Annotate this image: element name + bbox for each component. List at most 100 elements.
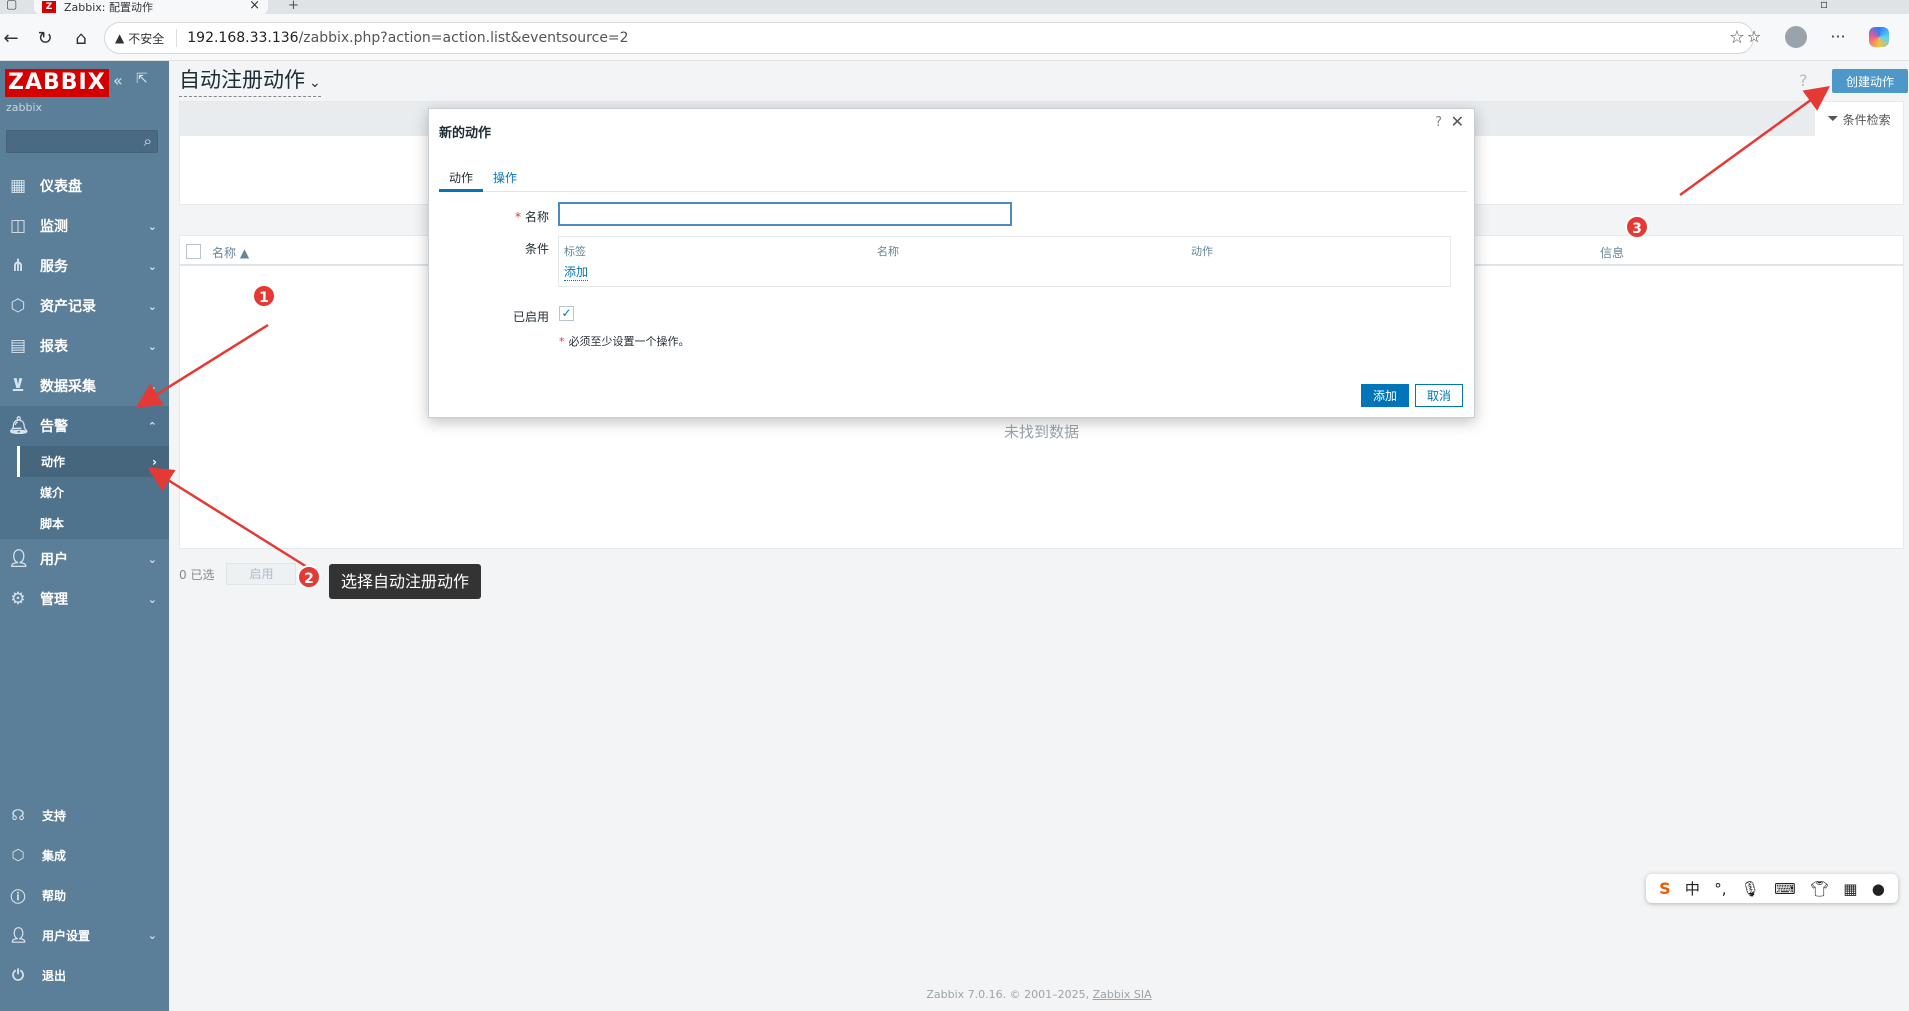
insecure-indicator[interactable]: ▲ 不安全 <box>115 29 178 47</box>
chevron-down-icon: ⌄ <box>147 552 157 566</box>
skin-icon[interactable]: 👕︎ <box>1810 880 1829 898</box>
menu-item-sign-out[interactable]: ⏻ 退出 <box>0 955 169 995</box>
alerts-submenu: 动作 › 媒介 脚本 <box>0 446 169 539</box>
sogou-logo-icon[interactable]: S <box>1659 879 1671 898</box>
restore-window-icon[interactable]: ▫ <box>1820 0 1828 11</box>
user-settings-icon: 👤︎ <box>9 926 29 944</box>
ime-mode[interactable]: 中 <box>1685 878 1700 899</box>
more-menu-icon[interactable]: ··· <box>1827 26 1849 48</box>
help-icon[interactable]: ? <box>1799 71 1808 90</box>
conditions-label: 条件 <box>524 242 549 256</box>
ime-mascot-icon[interactable]: ● <box>1872 880 1885 898</box>
favorites-icon[interactable]: ☆ <box>1743 26 1765 48</box>
conditions-col-label: 标签 <box>564 245 586 258</box>
menu-item-users[interactable]: 👤︎ 用户 ⌄ <box>0 539 169 579</box>
menu-item-monitoring[interactable]: ◫ 监测 ⌄ <box>0 206 169 246</box>
no-data-message: 未找到数据 <box>1003 423 1079 441</box>
required-note: * 必须至少设置一个操作。 <box>559 335 690 348</box>
punctuation-icon[interactable]: °, <box>1714 880 1726 898</box>
chevron-down-icon: ⌄ <box>147 259 157 273</box>
create-action-button[interactable]: 创建动作 <box>1832 69 1909 93</box>
menu-item-data-collection[interactable]: ⊻ 数据采集 ⌄ <box>0 366 169 406</box>
new-action-dialog: 新的动作 ? ✕ 动作 操作 * 名称 条件 标签 名称 动作 添加 已启用 ✓ … <box>428 108 1475 418</box>
page-title-dropdown[interactable]: 自动注册动作 ⌄ <box>179 67 321 97</box>
close-tab-icon[interactable]: × <box>249 0 260 13</box>
menu-item-integrations[interactable]: ⬡ 集成 <box>0 835 169 875</box>
search-icon[interactable]: ⌕ <box>144 132 152 150</box>
chevron-down-icon: ⌄ <box>147 219 157 233</box>
browser-toolbar: ← ↻ ⌂ ▲ 不安全 192.168.33.136/zabbix.php?ac… <box>0 14 1909 61</box>
sidebar-search-input[interactable]: ⌕ <box>6 130 158 153</box>
zabbix-favicon: Z <box>42 1 56 13</box>
browser-tab-strip: ▢ Z Zabbix: 配置动作 × + ▫ <box>0 0 1909 14</box>
annotation-badge-3: 3 <box>1625 215 1649 239</box>
enable-selected-button[interactable]: 启用 <box>226 563 297 585</box>
profile-avatar-icon[interactable] <box>1785 26 1807 48</box>
copilot-icon[interactable] <box>1869 27 1889 47</box>
new-tab-icon[interactable]: + <box>288 0 299 13</box>
conditions-col-action: 动作 <box>1191 245 1213 258</box>
dialog-title: 新的动作 <box>439 126 492 141</box>
annotation-badge-2: 2 <box>297 565 321 589</box>
tab-operations[interactable]: 操作 <box>483 169 527 192</box>
main-menu: ▦ 仪表盘 ◫ 监测 ⌄ ⋔ 服务 ⌄ ⬡ 资产记录 ⌄ ▤ 报表 ⌄ ⊻ 数据… <box>0 166 169 619</box>
bottom-menu: ☊ 支持 ⬡ 集成 ⓘ 帮助 👤︎ 用户设置 ⌄ ⏻ 退出 <box>0 795 169 995</box>
chevron-right-icon: › <box>152 454 157 469</box>
keyboard-icon[interactable]: ⌨ <box>1774 880 1796 898</box>
filter-tab[interactable]: ⏷ 条件检索 <box>1815 102 1903 136</box>
url-text[interactable]: 192.168.33.136/zabbix.php?action=action.… <box>177 30 628 46</box>
column-name[interactable]: 名称 ▲ <box>212 244 249 261</box>
menu-item-help[interactable]: ⓘ 帮助 <box>0 875 169 915</box>
enabled-label: 已启用 <box>512 310 549 324</box>
bell-icon: 🔔︎ <box>8 416 30 436</box>
kiosk-mode-icon[interactable]: ⇱ <box>136 71 148 87</box>
menu-item-alerts[interactable]: 🔔︎ 告警 ⌃ <box>0 406 169 446</box>
browser-tab[interactable]: Z Zabbix: 配置动作 × <box>34 0 268 14</box>
conditions-col-name: 名称 <box>877 245 899 258</box>
integrations-icon: ⬡ <box>11 846 25 864</box>
cancel-button[interactable]: 取消 <box>1415 384 1463 407</box>
monitoring-icon: ◫ <box>9 216 27 236</box>
dashboard-icon: ▦ <box>9 176 27 196</box>
tab-action[interactable]: 动作 <box>439 169 484 192</box>
action-name-input[interactable] <box>558 202 1012 226</box>
tab-title: Zabbix: 配置动作 <box>64 1 154 14</box>
add-button[interactable]: 添加 <box>1361 384 1409 407</box>
toolbox-icon[interactable]: ▦ <box>1843 880 1857 898</box>
submenu-item-actions[interactable]: 动作 › <box>17 446 169 477</box>
home-icon[interactable]: ⌂ <box>70 28 92 50</box>
zabbix-logo[interactable]: ZABBIX <box>5 69 109 97</box>
enabled-checkbox[interactable]: ✓ <box>559 306 574 321</box>
sidebar: ZABBIX « ⇱ zabbix ⌕ ▦ 仪表盘 ◫ 监测 ⌄ ⋔ 服务 ⌄ … <box>0 61 169 1011</box>
conditions-table: 标签 名称 动作 添加 <box>558 236 1451 287</box>
reload-icon[interactable]: ↻ <box>34 28 56 50</box>
address-bar[interactable]: ▲ 不安全 192.168.33.136/zabbix.php?action=a… <box>104 22 1754 54</box>
users-icon: 👤︎ <box>8 549 30 569</box>
warning-icon: ▲ <box>115 31 125 45</box>
menu-item-support[interactable]: ☊ 支持 <box>0 795 169 835</box>
annotation-badge-1: 1 <box>252 284 276 308</box>
submenu-item-scripts[interactable]: 脚本 <box>0 508 169 539</box>
ime-toolbar: S 中 °, 🎙︎ ⌨ 👕︎ ▦ ● <box>1646 874 1898 903</box>
submenu-item-media[interactable]: 媒介 <box>0 477 169 508</box>
name-label: * 名称 <box>514 210 549 224</box>
menu-item-inventory[interactable]: ⬡ 资产记录 ⌄ <box>0 286 169 326</box>
close-icon[interactable]: ✕ <box>1451 112 1464 131</box>
zabbix-sia-link[interactable]: Zabbix SIA <box>1093 988 1152 1001</box>
dialog-help-icon[interactable]: ? <box>1435 115 1442 130</box>
menu-item-user-settings[interactable]: 👤︎ 用户设置 ⌄ <box>0 915 169 955</box>
select-all-checkbox[interactable] <box>186 244 201 259</box>
data-collection-icon: ⊻ <box>11 376 25 396</box>
footer: Zabbix 7.0.16. © 2001–2025, Zabbix SIA <box>926 988 1152 1001</box>
selected-count: 0 已选 <box>179 567 215 582</box>
menu-item-administration[interactable]: ⚙ 管理 ⌄ <box>0 579 169 619</box>
tab-actions-icon[interactable]: ▢ <box>6 0 17 11</box>
add-condition-link[interactable]: 添加 <box>564 263 589 281</box>
microphone-icon[interactable]: 🎙︎ <box>1741 880 1760 898</box>
filter-icon: ⏷ <box>1827 111 1839 127</box>
menu-item-dashboard[interactable]: ▦ 仪表盘 <box>0 166 169 206</box>
back-icon[interactable]: ← <box>0 28 22 50</box>
collapse-sidebar-icon[interactable]: « <box>113 71 123 90</box>
menu-item-reports[interactable]: ▤ 报表 ⌄ <box>0 326 169 366</box>
menu-item-services[interactable]: ⋔ 服务 ⌄ <box>0 246 169 286</box>
